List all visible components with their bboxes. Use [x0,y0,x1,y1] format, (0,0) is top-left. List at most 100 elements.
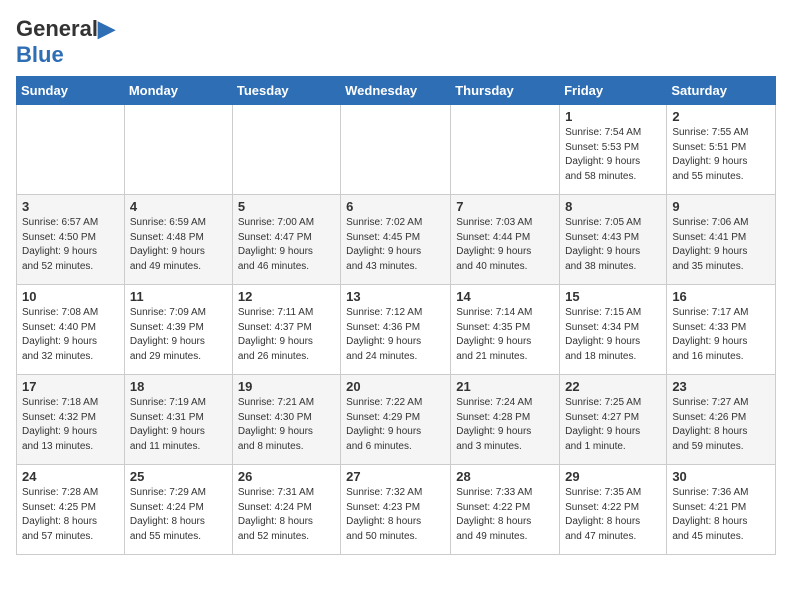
day-info: Sunrise: 7:02 AM Sunset: 4:45 PM Dayligh… [346,216,446,274]
day-header-monday: Monday [124,77,232,105]
day-info: Sunrise: 7:28 AM Sunset: 4:25 PM Dayligh… [22,486,120,544]
calendar-cell: 17 Sunrise: 7:18 AM Sunset: 4:32 PM Dayli… [17,375,125,465]
day-info: Sunrise: 7:33 AM Sunset: 4:22 PM Dayligh… [456,486,555,544]
day-info: Sunrise: 7:27 AM Sunset: 4:26 PM Dayligh… [672,396,771,454]
day-info: Sunrise: 7:22 AM Sunset: 4:29 PM Dayligh… [346,396,446,454]
calendar-cell [341,105,451,195]
calendar-cell [451,105,560,195]
logo-text: General▶ [16,16,115,42]
day-number: 17 [22,379,120,394]
day-number: 19 [238,379,336,394]
calendar-cell: 1 Sunrise: 7:54 AM Sunset: 5:53 PM Daylig… [560,105,667,195]
day-number: 11 [130,289,228,304]
day-number: 7 [456,199,555,214]
calendar-header-row: SundayMondayTuesdayWednesdayThursdayFrid… [17,77,776,105]
logo: General▶ Blue [16,16,115,68]
calendar-cell: 18Sunrise: 7:19 AM Sunset: 4:31 PM Dayli… [124,375,232,465]
calendar-cell: 25 Sunrise: 7:29 AM Sunset: 4:24 PM Dayli… [124,465,232,555]
calendar-cell: 3 Sunrise: 6:57 AM Sunset: 4:50 PM Daylig… [17,195,125,285]
day-info: Sunrise: 7:54 AM Sunset: 5:53 PM Dayligh… [565,126,662,184]
day-number: 30 [672,469,771,484]
day-info: Sunrise: 7:00 AM Sunset: 4:47 PM Dayligh… [238,216,336,274]
calendar-cell: 19 Sunrise: 7:21 AM Sunset: 4:30 PM Dayli… [232,375,340,465]
calendar-cell: 11 Sunrise: 7:09 AM Sunset: 4:39 PM Dayli… [124,285,232,375]
day-info: Sunrise: 6:57 AM Sunset: 4:50 PM Dayligh… [22,216,120,274]
day-number: 10 [22,289,120,304]
calendar-cell: 5 Sunrise: 7:00 AM Sunset: 4:47 PM Daylig… [232,195,340,285]
day-number: 3 [22,199,120,214]
calendar-cell: 26 Sunrise: 7:31 AM Sunset: 4:24 PM Dayli… [232,465,340,555]
calendar-cell: 27 Sunrise: 7:32 AM Sunset: 4:23 PM Dayli… [341,465,451,555]
page-header: General▶ Blue [16,16,776,68]
calendar-cell: 29 Sunrise: 7:35 AM Sunset: 4:22 PM Dayli… [560,465,667,555]
day-number: 24 [22,469,120,484]
day-number: 27 [346,469,446,484]
calendar-week-row: 17 Sunrise: 7:18 AM Sunset: 4:32 PM Dayli… [17,375,776,465]
day-number: 26 [238,469,336,484]
day-number: 1 [565,109,662,124]
day-number: 20 [346,379,446,394]
day-number: 6 [346,199,446,214]
day-info: Sunrise: 7:09 AM Sunset: 4:39 PM Dayligh… [130,306,228,364]
day-number: 9 [672,199,771,214]
day-info: Sunrise: 7:18 AM Sunset: 4:32 PM Dayligh… [22,396,120,454]
day-info: Sunrise: 7:36 AM Sunset: 4:21 PM Dayligh… [672,486,771,544]
day-header-friday: Friday [560,77,667,105]
day-info: Sunrise: 7:06 AM Sunset: 4:41 PM Dayligh… [672,216,771,274]
calendar-cell: 14Sunrise: 7:14 AM Sunset: 4:35 PM Dayli… [451,285,560,375]
day-number: 15 [565,289,662,304]
calendar-cell: 2 Sunrise: 7:55 AM Sunset: 5:51 PM Daylig… [667,105,776,195]
day-number: 12 [238,289,336,304]
calendar-cell: 4Sunrise: 6:59 AM Sunset: 4:48 PM Daylig… [124,195,232,285]
calendar-cell: 21 Sunrise: 7:24 AM Sunset: 4:28 PM Dayli… [451,375,560,465]
calendar-table: SundayMondayTuesdayWednesdayThursdayFrid… [16,76,776,555]
calendar-cell [232,105,340,195]
day-header-tuesday: Tuesday [232,77,340,105]
day-header-thursday: Thursday [451,77,560,105]
calendar-week-row: 10 Sunrise: 7:08 AM Sunset: 4:40 PM Dayli… [17,285,776,375]
day-number: 23 [672,379,771,394]
calendar-week-row: 3 Sunrise: 6:57 AM Sunset: 4:50 PM Daylig… [17,195,776,285]
day-number: 21 [456,379,555,394]
day-info: Sunrise: 7:24 AM Sunset: 4:28 PM Dayligh… [456,396,555,454]
day-number: 25 [130,469,228,484]
day-info: Sunrise: 7:25 AM Sunset: 4:27 PM Dayligh… [565,396,662,454]
day-header-sunday: Sunday [17,77,125,105]
day-info: Sunrise: 7:12 AM Sunset: 4:36 PM Dayligh… [346,306,446,364]
day-info: Sunrise: 7:35 AM Sunset: 4:22 PM Dayligh… [565,486,662,544]
day-info: Sunrise: 7:14 AM Sunset: 4:35 PM Dayligh… [456,306,555,364]
calendar-cell: 24 Sunrise: 7:28 AM Sunset: 4:25 PM Dayli… [17,465,125,555]
day-number: 5 [238,199,336,214]
calendar-cell: 7 Sunrise: 7:03 AM Sunset: 4:44 PM Daylig… [451,195,560,285]
day-number: 29 [565,469,662,484]
calendar-cell: 22 Sunrise: 7:25 AM Sunset: 4:27 PM Dayli… [560,375,667,465]
calendar-cell: 15 Sunrise: 7:15 AM Sunset: 4:34 PM Dayli… [560,285,667,375]
day-info: Sunrise: 7:05 AM Sunset: 4:43 PM Dayligh… [565,216,662,274]
day-number: 22 [565,379,662,394]
day-info: Sunrise: 7:55 AM Sunset: 5:51 PM Dayligh… [672,126,771,184]
day-info: Sunrise: 7:19 AM Sunset: 4:31 PM Dayligh… [130,396,228,454]
day-info: Sunrise: 7:31 AM Sunset: 4:24 PM Dayligh… [238,486,336,544]
day-info: Sunrise: 6:59 AM Sunset: 4:48 PM Dayligh… [130,216,228,274]
calendar-cell: 28 Sunrise: 7:33 AM Sunset: 4:22 PM Dayli… [451,465,560,555]
day-info: Sunrise: 7:08 AM Sunset: 4:40 PM Dayligh… [22,306,120,364]
calendar-cell: 9 Sunrise: 7:06 AM Sunset: 4:41 PM Daylig… [667,195,776,285]
logo-blue-text: Blue [16,42,64,67]
day-info: Sunrise: 7:29 AM Sunset: 4:24 PM Dayligh… [130,486,228,544]
day-info: Sunrise: 7:21 AM Sunset: 4:30 PM Dayligh… [238,396,336,454]
day-number: 2 [672,109,771,124]
day-info: Sunrise: 7:32 AM Sunset: 4:23 PM Dayligh… [346,486,446,544]
day-number: 28 [456,469,555,484]
day-info: Sunrise: 7:11 AM Sunset: 4:37 PM Dayligh… [238,306,336,364]
calendar-cell: 6 Sunrise: 7:02 AM Sunset: 4:45 PM Daylig… [341,195,451,285]
calendar-cell: 8 Sunrise: 7:05 AM Sunset: 4:43 PM Daylig… [560,195,667,285]
day-info: Sunrise: 7:15 AM Sunset: 4:34 PM Dayligh… [565,306,662,364]
day-info: Sunrise: 7:03 AM Sunset: 4:44 PM Dayligh… [456,216,555,274]
calendar-cell [17,105,125,195]
calendar-cell: 30 Sunrise: 7:36 AM Sunset: 4:21 PM Dayli… [667,465,776,555]
calendar-cell: 12 Sunrise: 7:11 AM Sunset: 4:37 PM Dayli… [232,285,340,375]
day-number: 8 [565,199,662,214]
day-header-wednesday: Wednesday [341,77,451,105]
day-info: Sunrise: 7:17 AM Sunset: 4:33 PM Dayligh… [672,306,771,364]
calendar-cell: 20 Sunrise: 7:22 AM Sunset: 4:29 PM Dayli… [341,375,451,465]
